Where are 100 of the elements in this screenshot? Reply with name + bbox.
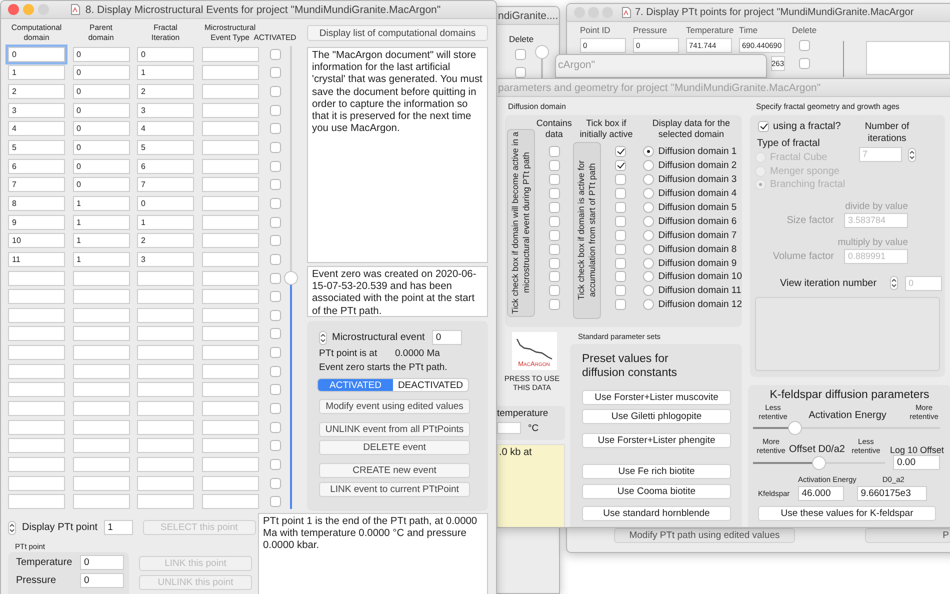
input-field[interactable]: 0 bbox=[72, 140, 130, 156]
checkbox[interactable] bbox=[614, 258, 626, 269]
checkbox[interactable] bbox=[270, 179, 280, 190]
checkbox[interactable] bbox=[270, 384, 280, 396]
input-field[interactable] bbox=[8, 364, 65, 379]
input-field[interactable] bbox=[202, 345, 258, 360]
input-field[interactable] bbox=[72, 289, 130, 304]
input-field[interactable] bbox=[137, 476, 194, 491]
checkbox[interactable] bbox=[614, 202, 626, 213]
checkbox[interactable] bbox=[270, 291, 280, 302]
input-field[interactable]: 0 bbox=[80, 555, 124, 570]
input-field[interactable] bbox=[72, 326, 130, 342]
input-field[interactable] bbox=[72, 494, 130, 510]
stepper[interactable] bbox=[319, 330, 327, 344]
input-field[interactable] bbox=[72, 308, 130, 323]
input-field[interactable]: 4 bbox=[137, 121, 194, 136]
input-field[interactable] bbox=[137, 400, 194, 416]
input-field[interactable] bbox=[202, 420, 258, 435]
radio-button[interactable] bbox=[643, 285, 654, 296]
checkbox[interactable] bbox=[548, 216, 560, 227]
checkbox[interactable] bbox=[614, 230, 626, 241]
radio-button[interactable] bbox=[643, 216, 654, 227]
input-field[interactable]: 0.00 bbox=[893, 455, 940, 470]
input-field[interactable]: 2 bbox=[137, 233, 194, 248]
input-field[interactable] bbox=[72, 345, 130, 360]
checkbox[interactable] bbox=[270, 440, 280, 452]
checkbox[interactable] bbox=[270, 366, 280, 377]
event-button[interactable]: DELETE event bbox=[319, 440, 470, 455]
input-field[interactable]: 10 bbox=[8, 233, 65, 248]
input-field[interactable]: 3 bbox=[8, 102, 65, 118]
input-field[interactable] bbox=[137, 494, 194, 510]
checkbox[interactable] bbox=[614, 271, 626, 282]
input-field[interactable] bbox=[8, 326, 65, 342]
input-field[interactable]: 5 bbox=[8, 140, 65, 156]
input-field[interactable] bbox=[497, 422, 521, 434]
checkbox[interactable] bbox=[270, 496, 280, 508]
checkbox[interactable] bbox=[270, 347, 280, 358]
input-field[interactable] bbox=[8, 345, 65, 360]
checkbox[interactable] bbox=[548, 174, 560, 186]
checkbox[interactable] bbox=[548, 271, 560, 282]
checkbox[interactable] bbox=[270, 328, 280, 340]
input-field[interactable] bbox=[137, 326, 194, 342]
input-field[interactable] bbox=[202, 65, 258, 80]
checkbox[interactable] bbox=[270, 104, 280, 116]
minimize-button[interactable] bbox=[23, 4, 34, 15]
input-field[interactable] bbox=[8, 270, 65, 286]
radio-button[interactable] bbox=[643, 230, 654, 241]
input-field[interactable]: 0 bbox=[80, 573, 124, 588]
input-field[interactable]: 3 bbox=[137, 252, 194, 267]
input-field[interactable] bbox=[202, 308, 258, 323]
input-field[interactable] bbox=[137, 438, 194, 454]
checkbox[interactable] bbox=[270, 402, 280, 414]
input-field[interactable] bbox=[8, 400, 65, 416]
input-field[interactable] bbox=[202, 456, 258, 472]
checkbox[interactable] bbox=[548, 202, 560, 213]
checkbox[interactable] bbox=[270, 478, 280, 489]
input-field[interactable] bbox=[137, 289, 194, 304]
checkbox[interactable] bbox=[548, 258, 560, 269]
zoom-button[interactable] bbox=[38, 4, 49, 15]
input-field[interactable] bbox=[8, 456, 65, 472]
input-field[interactable]: 0 bbox=[72, 121, 130, 136]
input-field[interactable] bbox=[8, 289, 65, 304]
checkbox[interactable] bbox=[515, 49, 526, 60]
checkbox[interactable] bbox=[270, 198, 280, 209]
input-field[interactable]: 0 bbox=[72, 84, 130, 100]
input-field[interactable] bbox=[137, 420, 194, 435]
input-field[interactable] bbox=[72, 456, 130, 472]
input-field[interactable] bbox=[72, 438, 130, 454]
input-field[interactable] bbox=[137, 382, 194, 398]
event-button[interactable]: Modify event using edited values bbox=[319, 399, 470, 414]
slider[interactable] bbox=[753, 421, 940, 435]
input-field[interactable]: 6 bbox=[137, 158, 194, 174]
stepper[interactable] bbox=[8, 520, 16, 534]
slider-thumb[interactable] bbox=[535, 45, 549, 59]
input-field[interactable] bbox=[202, 84, 258, 100]
input-field[interactable] bbox=[202, 494, 258, 510]
checkbox[interactable] bbox=[270, 86, 280, 98]
input-field[interactable]: 5 bbox=[137, 140, 194, 156]
stepper[interactable] bbox=[908, 148, 916, 162]
radio-button[interactable] bbox=[643, 146, 654, 158]
input-field[interactable] bbox=[202, 196, 258, 211]
input-field[interactable]: 0 bbox=[72, 177, 130, 192]
stepper[interactable] bbox=[890, 276, 898, 290]
radio-button[interactable] bbox=[643, 202, 654, 213]
input-field[interactable]: 11 bbox=[8, 252, 65, 267]
input-field[interactable] bbox=[72, 270, 130, 286]
checkbox[interactable] bbox=[614, 299, 626, 310]
input-field[interactable]: 4 bbox=[8, 121, 65, 136]
checkbox[interactable] bbox=[548, 299, 560, 310]
input-field[interactable] bbox=[202, 382, 258, 398]
checkbox[interactable] bbox=[614, 188, 626, 200]
checkbox[interactable] bbox=[270, 160, 280, 172]
input-field[interactable] bbox=[202, 140, 258, 156]
checkbox[interactable] bbox=[270, 458, 280, 470]
checkbox[interactable] bbox=[270, 142, 280, 154]
input-field[interactable]: 0 bbox=[72, 65, 130, 80]
checkbox[interactable] bbox=[614, 216, 626, 227]
apply-button[interactable]: Use these values for K-feldspar bbox=[758, 506, 936, 521]
input-field[interactable] bbox=[8, 476, 65, 491]
input-field[interactable] bbox=[202, 102, 258, 118]
